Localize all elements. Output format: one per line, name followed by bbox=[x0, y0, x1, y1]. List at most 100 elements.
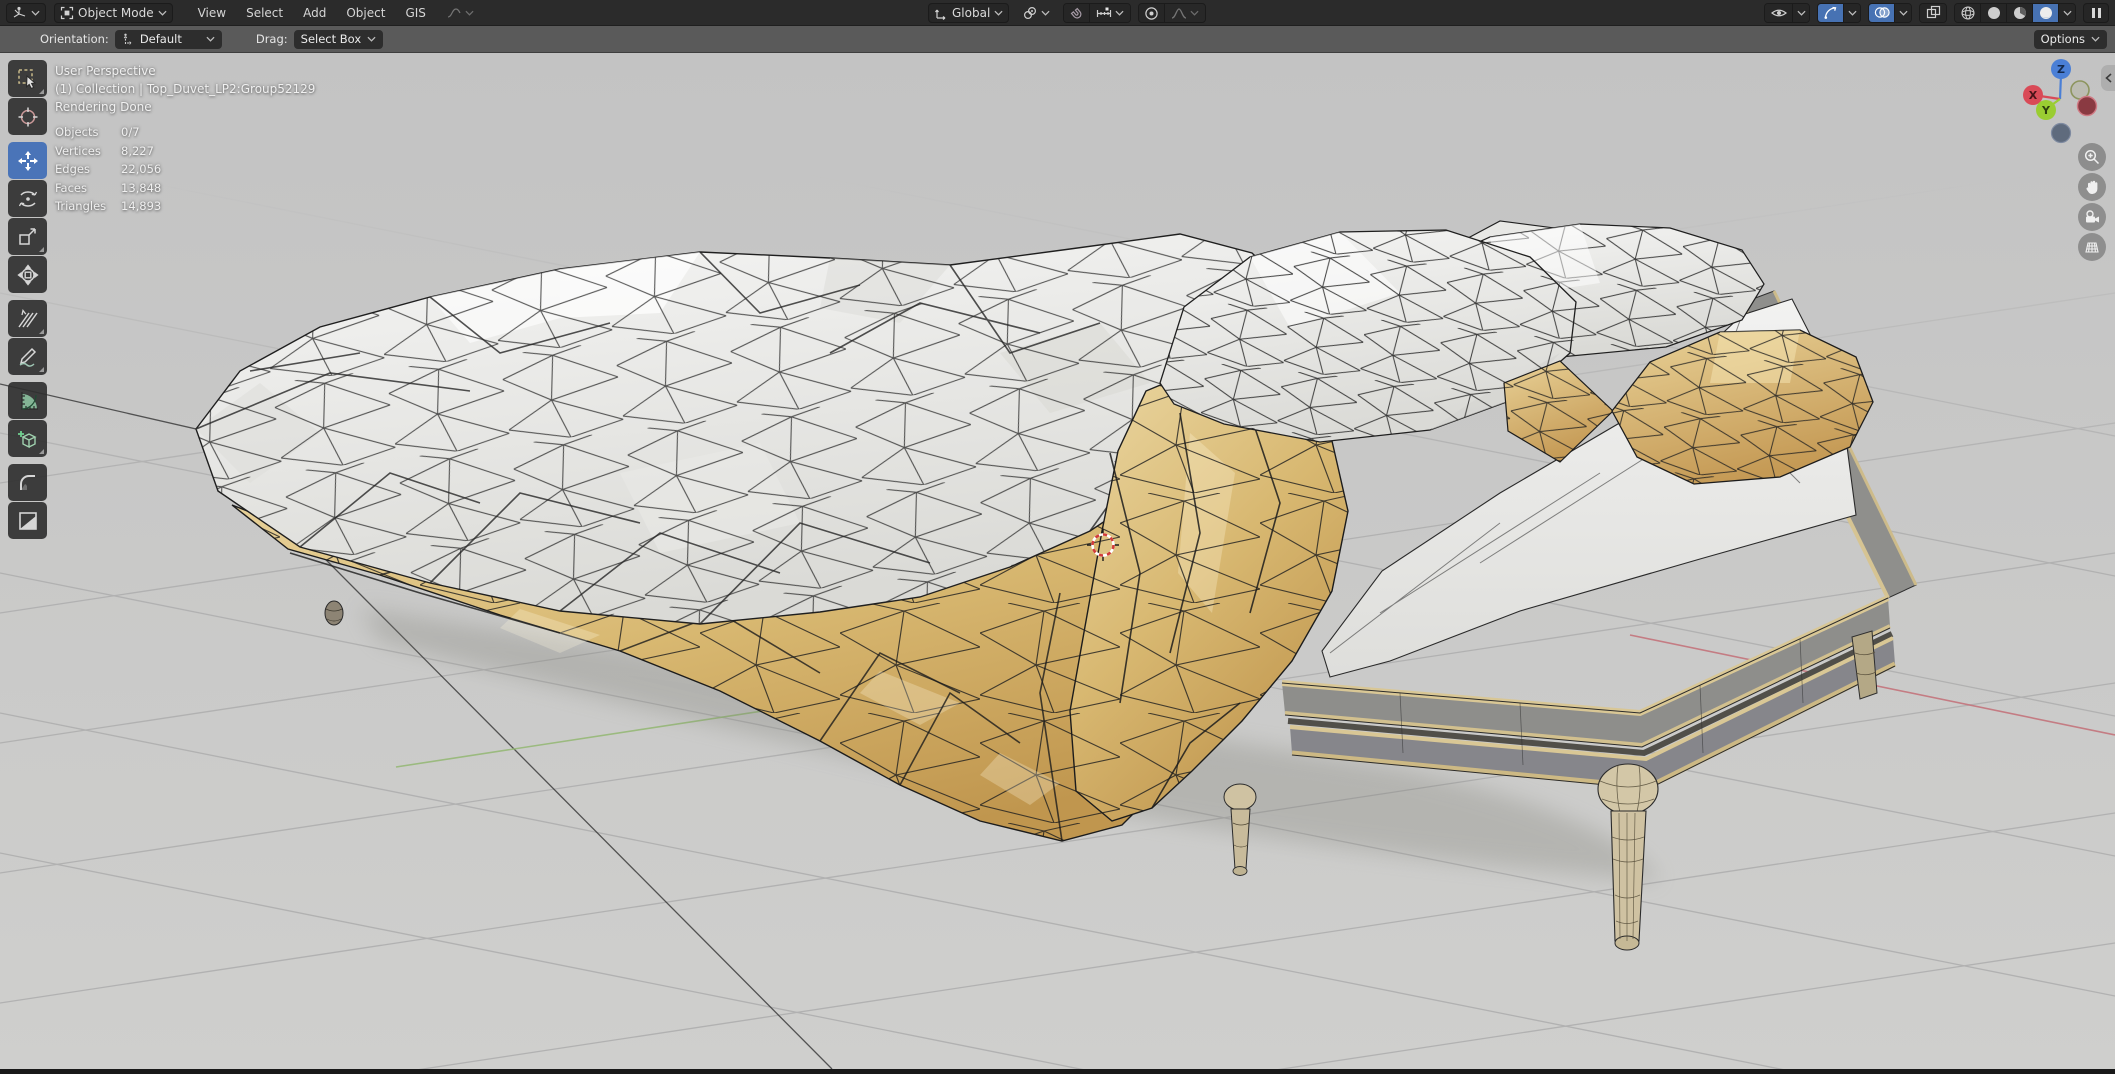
overlays-icon bbox=[1874, 7, 1890, 18]
tool-scale[interactable] bbox=[8, 218, 47, 255]
mode-selector[interactable]: Object Mode bbox=[54, 2, 173, 23]
visibility-dropdown[interactable] bbox=[1793, 3, 1809, 22]
pivot-point-dropdown[interactable] bbox=[1016, 3, 1056, 23]
camera-icon bbox=[2085, 210, 2099, 223]
snap-target-icon bbox=[1097, 7, 1112, 17]
shading-rendered-icon bbox=[2039, 6, 2052, 19]
perspective-toggle-button[interactable] bbox=[2078, 233, 2106, 261]
pause-bar bbox=[2097, 7, 2101, 18]
shading-solid-button[interactable] bbox=[1981, 3, 2007, 22]
menu-add[interactable]: Add bbox=[296, 4, 333, 22]
object-type-visibility-button[interactable] bbox=[1765, 3, 1793, 22]
editor-type-button[interactable] bbox=[6, 2, 46, 23]
menu-gis[interactable]: GIS bbox=[398, 4, 432, 22]
transform-orientation-dropdown[interactable]: Global bbox=[928, 3, 1010, 23]
transform-orientation-icon bbox=[935, 9, 946, 20]
active-object-breadcrumb: (1) Collection | Top_Duvet_LP2:Group5212… bbox=[55, 82, 316, 96]
navigation-gizmo[interactable]: Z X Y bbox=[2016, 55, 2108, 147]
tool-add-cube[interactable] bbox=[8, 420, 47, 457]
stat-label: Objects bbox=[55, 125, 99, 139]
pan-button[interactable] bbox=[2078, 173, 2106, 201]
show-overlays-toggle[interactable] bbox=[1869, 3, 1895, 22]
tool-cursor[interactable] bbox=[8, 98, 47, 135]
tool-extra-arc[interactable] bbox=[8, 464, 47, 501]
extra-tool-dropdown-button[interactable] bbox=[441, 3, 480, 23]
tool-measure[interactable] bbox=[8, 382, 47, 419]
tool-move[interactable] bbox=[8, 142, 47, 179]
tool-annotate[interactable] bbox=[8, 338, 47, 375]
orientation-dropdown-value: Default bbox=[139, 32, 182, 46]
toggle-xray-button[interactable] bbox=[1920, 3, 1946, 22]
tool-notch bbox=[39, 367, 44, 372]
stat-label: Faces bbox=[55, 180, 87, 195]
tool-select-box[interactable] bbox=[8, 60, 47, 97]
drag-dropdown[interactable]: Select Box bbox=[293, 29, 384, 49]
chevron-down-icon bbox=[1796, 10, 1806, 16]
snap-magnet-toggle[interactable] bbox=[1064, 4, 1091, 22]
chevron-down-icon bbox=[31, 10, 40, 16]
view-perspective-label: User Perspective bbox=[55, 64, 156, 78]
axis-z-label: Z bbox=[2057, 63, 2065, 76]
shading-dropdown[interactable] bbox=[2059, 3, 2075, 22]
tool-rotate[interactable] bbox=[8, 180, 47, 217]
tool-annotate-lines[interactable] bbox=[8, 300, 47, 337]
chevron-down-icon bbox=[1041, 10, 1050, 16]
falloff-dropdown[interactable] bbox=[1165, 4, 1206, 22]
sidebar-toggle-tab[interactable] bbox=[2101, 65, 2115, 91]
shading-wireframe-button[interactable] bbox=[1955, 3, 1981, 22]
grid-dome-icon bbox=[2085, 242, 2099, 253]
drag-label: Drag: bbox=[255, 32, 288, 46]
gizmo-axis-y[interactable]: Y bbox=[2036, 100, 2056, 120]
show-gizmos-toggle[interactable] bbox=[1818, 3, 1844, 22]
menu-bar: View Select Add Object GIS bbox=[191, 4, 433, 22]
camera-view-button[interactable] bbox=[2078, 203, 2106, 231]
curve-icon bbox=[447, 7, 461, 18]
snap-target-dropdown[interactable] bbox=[1090, 4, 1131, 22]
gizmo-icon bbox=[1824, 6, 1837, 19]
falloff-curve-icon bbox=[1172, 7, 1187, 19]
tool-transform[interactable] bbox=[8, 256, 47, 293]
stat-label: Triangles bbox=[55, 199, 107, 213]
chevron-down-icon bbox=[2091, 36, 2100, 42]
pause-bar bbox=[2091, 7, 2095, 18]
shading-rendered-button[interactable] bbox=[2033, 3, 2059, 22]
blender-window: Object Mode View Select Add Object GIS G… bbox=[0, 0, 2115, 1074]
zoom-button[interactable] bbox=[2078, 143, 2106, 171]
proportional-editing-icon bbox=[1145, 6, 1158, 20]
options-label: Options bbox=[2040, 32, 2085, 46]
pivot-point-icon bbox=[1024, 6, 1037, 19]
orientation-dropdown[interactable]: Default bbox=[114, 29, 222, 49]
chevron-down-icon bbox=[2062, 10, 2072, 16]
tool-extra-clip[interactable] bbox=[8, 502, 47, 539]
menu-view[interactable]: View bbox=[191, 4, 233, 22]
shading-material-icon bbox=[2013, 6, 2026, 19]
stat-value: 0/7 bbox=[121, 125, 140, 139]
snap-magnet-icon bbox=[1070, 7, 1082, 19]
gizmo-axis-x-neg[interactable] bbox=[2076, 95, 2098, 117]
xray-group bbox=[1919, 2, 1947, 23]
drag-dropdown-value: Select Box bbox=[300, 32, 362, 46]
pause-render-button[interactable] bbox=[2083, 2, 2109, 23]
overlays-dropdown[interactable] bbox=[1895, 3, 1911, 22]
menu-select[interactable]: Select bbox=[239, 4, 290, 22]
header-center-group: Global bbox=[928, 0, 1207, 26]
options-button[interactable]: Options bbox=[2033, 29, 2107, 49]
menu-object[interactable]: Object bbox=[339, 4, 392, 22]
tool-settings-bar: Orientation: Default Drag: Select Box Op… bbox=[0, 26, 2115, 53]
viewport-canvas[interactable] bbox=[0, 53, 2115, 1069]
gizmos-dropdown[interactable] bbox=[1844, 3, 1860, 22]
viewport-3d[interactable]: User Perspective (1) Collection | Top_Du… bbox=[0, 53, 2115, 1069]
gizmo-axis-z[interactable]: Z bbox=[2051, 59, 2071, 79]
scene-statistics: Objects 0/7 Vertices 8,227 Edges 22,056 … bbox=[55, 125, 161, 213]
window-bottom-strip bbox=[0, 1069, 2115, 1074]
tool-notch bbox=[39, 89, 44, 94]
chevron-down-icon bbox=[206, 36, 215, 42]
gizmo-axis-z-neg[interactable] bbox=[2050, 122, 2072, 144]
tool-notch bbox=[39, 449, 44, 454]
stat-value: 14,893 bbox=[121, 199, 162, 213]
shading-material-button[interactable] bbox=[2007, 3, 2033, 22]
stat-value: 8,227 bbox=[121, 143, 154, 158]
viewport-header: Object Mode View Select Add Object GIS G… bbox=[0, 0, 2115, 26]
chevron-down-icon bbox=[1898, 10, 1908, 16]
proportional-editing-toggle[interactable] bbox=[1139, 4, 1166, 22]
